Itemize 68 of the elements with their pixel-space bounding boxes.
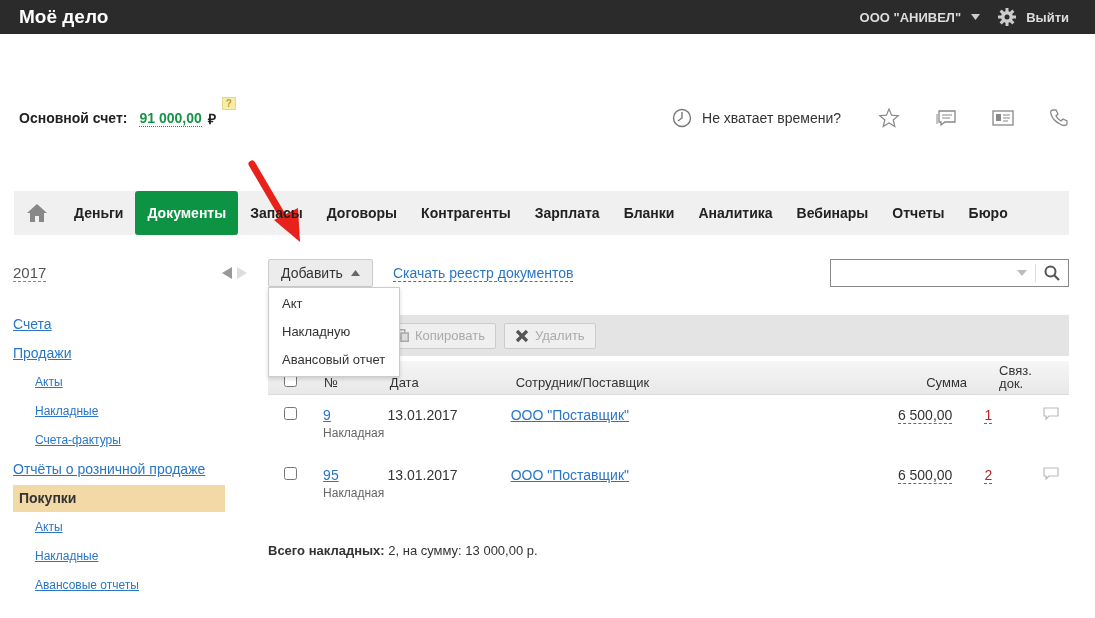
sidebar-item-selected[interactable]: Покупки bbox=[13, 485, 225, 512]
nav-tab[interactable]: Деньги bbox=[62, 191, 136, 235]
sum-value[interactable]: 6 500,00 bbox=[897, 467, 953, 484]
nav-tab[interactable]: Бланки bbox=[611, 191, 687, 235]
id-card-icon[interactable] bbox=[992, 110, 1014, 126]
document-type: Накладная bbox=[323, 426, 385, 440]
select-all-checkbox[interactable] bbox=[284, 374, 297, 387]
menu-item[interactable]: Авансовый отчет bbox=[269, 346, 399, 374]
balance-amount[interactable]: 91 000,00 bbox=[139, 109, 202, 127]
caret-icon bbox=[971, 14, 981, 20]
chat-icon[interactable] bbox=[935, 108, 957, 128]
sidebar-sublink[interactable]: Авансовые отчеты bbox=[35, 578, 139, 592]
currency-sign: ₽ bbox=[207, 109, 216, 128]
column-header[interactable]: Связ. док. bbox=[967, 364, 1059, 390]
nav-tab[interactable]: Контрагенты bbox=[409, 191, 523, 235]
sidebar-sublink[interactable]: Акты bbox=[35, 375, 63, 389]
balance-label: Основной счет: bbox=[19, 110, 128, 126]
counterparty-link[interactable]: ООО "Поставщик" bbox=[510, 467, 629, 483]
nav-tab[interactable]: Вебинары bbox=[784, 191, 881, 235]
nav-tab[interactable]: Бюро bbox=[956, 191, 1020, 235]
document-number-link[interactable]: 9 bbox=[323, 407, 331, 423]
column-header[interactable]: Дата bbox=[389, 375, 516, 390]
star-icon[interactable] bbox=[878, 107, 900, 129]
document-type: Накладная bbox=[323, 486, 385, 500]
previous-icon[interactable] bbox=[222, 267, 232, 279]
table-cell-text: 13.01.2017 bbox=[387, 467, 459, 483]
nav-tab[interactable]: Аналитика bbox=[686, 191, 785, 235]
sidebar-sublink[interactable]: Накладные bbox=[35, 404, 99, 418]
promo-link[interactable]: Не хватает времени? bbox=[702, 110, 841, 126]
row-checkbox[interactable] bbox=[284, 407, 297, 420]
delete-icon bbox=[515, 328, 529, 343]
sidebar-link[interactable]: Счета bbox=[13, 310, 225, 339]
linked-docs-link[interactable]: 1 bbox=[984, 407, 993, 424]
column-header[interactable]: № bbox=[323, 375, 390, 390]
row-checkbox[interactable] bbox=[284, 467, 297, 480]
year-selector[interactable]: 2017 bbox=[13, 264, 47, 282]
logout-link[interactable]: Выйти bbox=[1026, 9, 1069, 25]
home-icon[interactable] bbox=[26, 203, 48, 223]
clock-icon bbox=[672, 108, 693, 128]
download-link[interactable]: Скачать реестр документов bbox=[392, 264, 574, 282]
menu-item[interactable]: Акт bbox=[269, 290, 399, 318]
nav-tab[interactable]: Документы bbox=[135, 191, 239, 235]
column-header[interactable]: Сотрудник/Поставщик bbox=[515, 375, 856, 390]
nav-tab[interactable]: Договоры bbox=[314, 191, 410, 235]
sidebar-sublink[interactable]: Счета-фактуры bbox=[35, 433, 121, 447]
settings-icon[interactable] bbox=[998, 8, 1017, 26]
document-number-link[interactable]: 95 bbox=[323, 467, 339, 483]
linked-docs-link[interactable]: 2 bbox=[984, 467, 993, 484]
nav-tab[interactable]: Зарплата bbox=[522, 191, 612, 235]
nav-tab[interactable]: Отчеты bbox=[880, 191, 957, 235]
logo[interactable]: Моё дело bbox=[19, 6, 109, 28]
column-header[interactable]: Сумма bbox=[855, 375, 968, 390]
sidebar-sublink[interactable]: Акты bbox=[35, 520, 63, 534]
copy-icon bbox=[397, 329, 409, 342]
add-button[interactable]: Добавить bbox=[268, 259, 373, 287]
sum-value[interactable]: 6 500,00 bbox=[897, 407, 953, 424]
sidebar-link[interactable]: Продажи bbox=[13, 339, 225, 368]
search-field[interactable] bbox=[830, 259, 1069, 287]
company-menu[interactable]: ООО "АНИВЕЛ" bbox=[859, 9, 962, 25]
phone-icon[interactable] bbox=[1049, 108, 1069, 128]
sidebar-sublink[interactable]: Накладные bbox=[35, 549, 99, 563]
table-cell-text: 13.01.2017 bbox=[387, 407, 459, 423]
total-summary: Всего накладных: 2, на сумму: 13 000,00 р. bbox=[268, 543, 539, 558]
search-icon[interactable] bbox=[1044, 265, 1060, 281]
counterparty-link[interactable]: ООО "Поставщик" bbox=[510, 407, 629, 423]
sidebar-link[interactable]: Отчёты о розничной продаже bbox=[13, 455, 225, 484]
caret-icon bbox=[350, 270, 360, 276]
dropdown-icon[interactable] bbox=[1017, 270, 1027, 276]
